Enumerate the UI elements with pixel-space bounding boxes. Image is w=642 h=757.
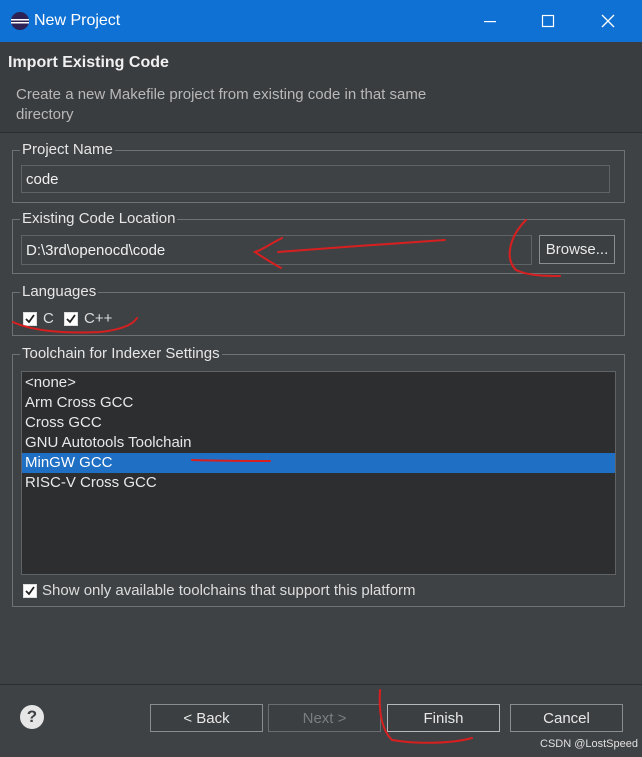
page-description: Create a new Makefile project from exist… — [16, 86, 427, 123]
watermark: CSDN @LostSpeed — [540, 738, 638, 750]
language-cpp-label: C++ — [84, 310, 113, 327]
languages-label: Languages — [20, 283, 99, 301]
checkmark-icon — [25, 313, 35, 323]
cancel-button[interactable]: Cancel — [510, 704, 623, 732]
project-name-label: Project Name — [20, 141, 115, 159]
code-location-group: Existing Code Location Browse... — [12, 210, 625, 274]
title-bar: New Project — [0, 0, 642, 42]
language-c-label: C — [43, 310, 54, 327]
list-item[interactable]: Cross GCC — [22, 413, 615, 433]
code-location-input[interactable] — [21, 235, 532, 265]
eclipse-logo-icon — [11, 12, 29, 30]
languages-group: Languages C C++ — [12, 283, 625, 336]
maximize-icon — [541, 14, 555, 28]
project-name-input[interactable] — [21, 165, 610, 193]
back-button[interactable]: < Back — [150, 704, 263, 732]
help-icon[interactable]: ? — [20, 705, 44, 729]
page-title: Import Existing Code — [8, 54, 169, 71]
toolchain-filter-option[interactable]: Show only available toolchains that supp… — [23, 582, 416, 599]
list-item[interactable]: RISC-V Cross GCC — [22, 473, 615, 493]
project-name-group: Project Name — [12, 141, 625, 203]
toolchain-list[interactable]: <none> Arm Cross GCC Cross GCC GNU Autot… — [21, 371, 616, 575]
toolchain-label: Toolchain for Indexer Settings — [20, 345, 222, 363]
close-button[interactable] — [588, 6, 628, 36]
list-item[interactable]: <none> — [22, 373, 615, 393]
checkmark-icon — [66, 313, 76, 323]
wizard-header: Import Existing Code Create a new Makefi… — [0, 42, 642, 132]
close-icon — [601, 14, 615, 28]
code-location-label: Existing Code Location — [20, 210, 178, 228]
language-cpp-option[interactable]: C++ — [64, 310, 112, 327]
minimize-icon — [484, 21, 496, 23]
list-item[interactable]: GNU Autotools Toolchain — [22, 433, 615, 453]
language-c-checkbox[interactable] — [23, 311, 37, 326]
finish-button[interactable]: Finish — [387, 704, 500, 732]
header-divider — [0, 132, 642, 133]
maximize-button[interactable] — [528, 6, 568, 36]
list-item[interactable]: Arm Cross GCC — [22, 393, 615, 413]
language-cpp-checkbox[interactable] — [64, 311, 78, 326]
checkmark-icon — [25, 585, 35, 595]
list-item-selected[interactable]: MinGW GCC — [22, 453, 615, 473]
toolchain-filter-label: Show only available toolchains that supp… — [42, 582, 416, 599]
toolchain-group: Toolchain for Indexer Settings <none> Ar… — [12, 345, 625, 607]
minimize-button[interactable] — [470, 6, 510, 36]
language-c-option[interactable]: C — [23, 310, 54, 327]
browse-button[interactable]: Browse... — [539, 235, 615, 264]
next-button[interactable]: Next > — [268, 704, 381, 732]
toolchain-filter-checkbox[interactable] — [23, 583, 37, 598]
window-title: New Project — [34, 12, 121, 29]
footer-divider — [0, 684, 642, 685]
